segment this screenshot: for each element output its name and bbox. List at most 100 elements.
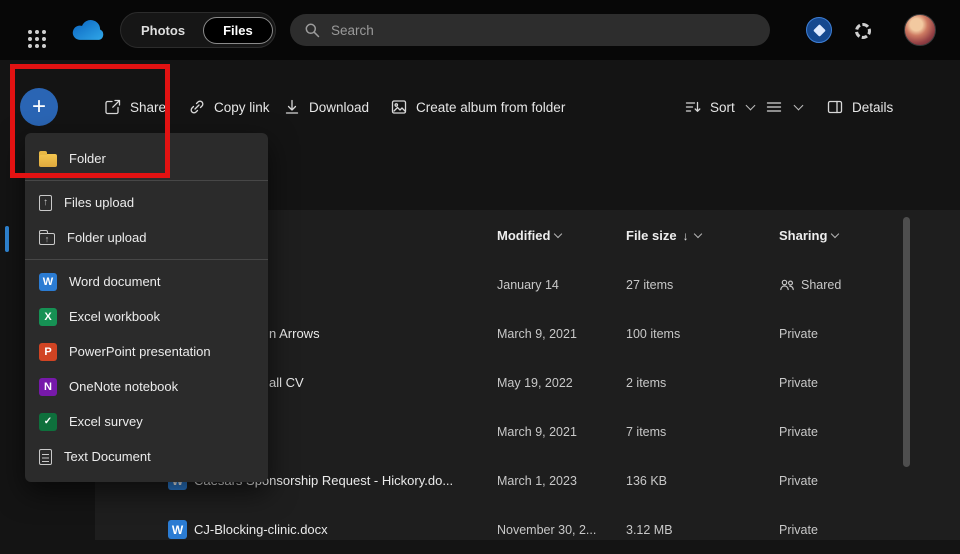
menu-item-label: OneNote notebook (69, 379, 178, 394)
sharing-status: Private (779, 376, 818, 390)
file-row[interactable]: CJ-Blocking-clinic.docx November 30, 2..… (95, 505, 960, 554)
nav-selection-indicator (5, 226, 9, 252)
sharing-status: Private (779, 425, 818, 439)
file-sharing: Private (779, 309, 909, 358)
menu-item-group: PowerPoint presentation (25, 334, 268, 369)
menu-item-label: Excel survey (69, 414, 143, 429)
album-icon (390, 98, 408, 116)
app-launcher-icon[interactable] (28, 22, 48, 42)
menu-item-group: Text Document (25, 439, 268, 474)
shared-people-icon (779, 277, 795, 292)
file-modified: March 9, 2021 (497, 309, 622, 358)
file-sharing: Private (779, 358, 909, 407)
tab-photos[interactable]: Photos (123, 17, 203, 44)
new-button[interactable] (20, 88, 58, 126)
sort-label: Sort (710, 100, 735, 115)
menu-item[interactable]: Excel survey (25, 404, 268, 439)
file-modified: January 14 (497, 260, 622, 309)
file-sharing: Private (779, 407, 909, 456)
menu-item-icon (39, 413, 57, 431)
search-input[interactable] (329, 22, 756, 39)
command-bar: Share Copy link Download Create album fr… (0, 85, 960, 129)
menu-item-icon (39, 195, 52, 211)
menu-divider (25, 259, 268, 260)
sharing-status: Private (779, 327, 818, 341)
menu-item[interactable]: Word document (25, 264, 268, 299)
menu-item-label: PowerPoint presentation (69, 344, 211, 359)
file-type-icon (168, 520, 187, 539)
column-header-filesize[interactable]: File size (626, 210, 741, 260)
settings-gear-icon[interactable] (853, 21, 873, 41)
menu-item-label: Word document (69, 274, 161, 289)
account-avatar[interactable] (904, 14, 936, 46)
menu-item[interactable]: Folder (25, 141, 268, 176)
file-sharing: Private (779, 456, 909, 505)
menu-item[interactable]: OneNote notebook (25, 369, 268, 404)
menu-item[interactable]: Files upload (25, 185, 268, 220)
menu-item[interactable]: Folder upload (25, 220, 268, 255)
menu-item-icon (39, 343, 57, 361)
copy-link-label: Copy link (214, 100, 270, 115)
file-modified: November 30, 2... (497, 505, 622, 554)
details-button[interactable]: Details (826, 85, 893, 129)
onedrive-logo-icon[interactable] (70, 19, 106, 46)
link-icon (188, 98, 206, 116)
menu-item-label: Folder (69, 151, 106, 166)
share-button[interactable]: Share (104, 85, 166, 129)
menu-item-group: Files upload (25, 185, 268, 220)
file-name: all CV (269, 375, 304, 390)
menu-item-label: Files upload (64, 195, 134, 210)
menu-item-icon (39, 378, 57, 396)
view-options-button[interactable] (765, 85, 802, 129)
menu-item-icon (39, 273, 57, 291)
top-bar: Photos Files (0, 0, 960, 60)
share-icon (104, 98, 122, 116)
file-modified: May 19, 2022 (497, 358, 622, 407)
chevron-down-icon (554, 229, 562, 237)
menu-divider (25, 180, 268, 181)
menu-item-group: OneNote notebook (25, 369, 268, 404)
file-name: n Arrows (269, 326, 320, 341)
menu-item-group: Folder (25, 141, 268, 181)
menu-item-icon (39, 233, 55, 245)
scrollbar[interactable] (903, 212, 910, 540)
menu-item[interactable]: Excel workbook (25, 299, 268, 334)
file-size: 7 items (626, 407, 741, 456)
create-album-button[interactable]: Create album from folder (390, 85, 565, 129)
column-header-modified[interactable]: Modified (497, 210, 622, 260)
file-name: CJ-Blocking-clinic.docx (194, 522, 328, 537)
details-label: Details (852, 100, 893, 115)
file-modified: March 1, 2023 (497, 456, 622, 505)
download-icon (283, 98, 301, 116)
file-size: 136 KB (626, 456, 741, 505)
file-size: 100 items (626, 309, 741, 358)
column-header-sharing[interactable]: Sharing (779, 210, 909, 260)
tab-files[interactable]: Files (203, 17, 273, 44)
menu-item-label: Excel workbook (69, 309, 160, 324)
sharing-status: Private (779, 523, 818, 537)
list-view-icon (765, 98, 783, 116)
view-toggle: Photos Files (120, 12, 276, 48)
chevron-down-icon (794, 100, 804, 110)
download-button[interactable]: Download (283, 85, 369, 129)
menu-item-group: Folder upload (25, 220, 268, 260)
sort-button[interactable]: Sort (684, 85, 754, 129)
menu-item-group: Excel survey (25, 404, 268, 439)
menu-item-group: Word document (25, 264, 268, 299)
menu-item[interactable]: Text Document (25, 439, 268, 474)
file-sharing: Shared (779, 260, 909, 309)
premium-badge-icon[interactable] (806, 17, 832, 43)
menu-item-label: Folder upload (67, 230, 147, 245)
share-label: Share (130, 100, 166, 115)
filesize-header-label: File size (626, 228, 677, 243)
modified-header-label: Modified (497, 228, 550, 243)
menu-item-icon (39, 154, 57, 167)
file-size: 27 items (626, 260, 741, 309)
search-box[interactable] (290, 14, 770, 46)
menu-item[interactable]: PowerPoint presentation (25, 334, 268, 369)
sharing-status: Private (779, 474, 818, 488)
details-pane-icon (826, 98, 844, 116)
sharing-status: Shared (801, 278, 841, 292)
scrollbar-thumb[interactable] (903, 217, 910, 467)
copy-link-button[interactable]: Copy link (188, 85, 270, 129)
